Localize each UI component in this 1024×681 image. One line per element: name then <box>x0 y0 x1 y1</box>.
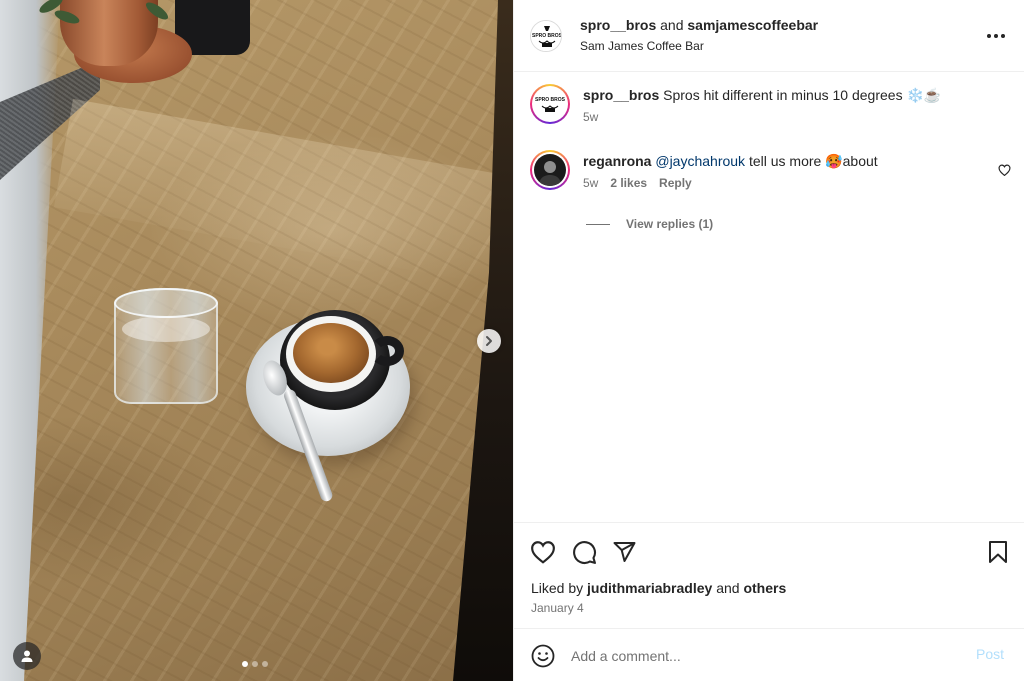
view-replies-button[interactable]: View replies (1) <box>586 217 713 231</box>
water-glass <box>114 288 218 404</box>
person-photo-icon <box>534 154 566 186</box>
liked-others-link[interactable]: others <box>743 580 786 596</box>
cup-handle <box>370 336 404 366</box>
commenter-avatar[interactable] <box>530 150 570 190</box>
user-icon <box>21 650 33 662</box>
plant-pot <box>37 0 192 110</box>
author-username[interactable]: spro__bros <box>580 17 656 33</box>
save-button[interactable] <box>983 537 1013 567</box>
replies-divider <box>586 223 610 225</box>
comment-mention[interactable]: @jaychahrouk <box>655 153 745 169</box>
view-replies-label: View replies (1) <box>626 217 714 231</box>
smiley-icon <box>531 644 555 668</box>
author-avatar[interactable]: SPRO BROS <box>530 20 562 52</box>
heart-icon <box>997 164 1011 176</box>
svg-text:SPRO BROS: SPRO BROS <box>535 97 566 103</box>
liked-by: Liked by judithmariabradley and others <box>531 580 786 596</box>
liked-prefix: Liked by <box>531 580 584 596</box>
comment-body-end: about <box>842 153 878 169</box>
spro-bros-logo-icon: SPRO BROS <box>531 21 562 51</box>
caption-username[interactable]: spro__bros <box>583 87 659 103</box>
comment-likes[interactable]: 2 likes <box>610 176 647 190</box>
authors-joiner: and <box>660 17 684 33</box>
post-actions: Liked by judithmariabradley and others J… <box>514 522 1024 628</box>
reply-button[interactable]: Reply <box>659 176 692 190</box>
caption-body: Spros hit different in minus 10 degrees … <box>663 87 942 103</box>
tagged-users-button[interactable] <box>13 642 41 670</box>
comment-like-button[interactable] <box>995 162 1013 180</box>
liked-and: and <box>716 580 740 596</box>
post-authors: spro__bros and samjamescoffeebar <box>580 17 818 33</box>
chevron-right-icon <box>486 336 492 346</box>
carousel-next-button[interactable] <box>477 329 501 353</box>
post-location[interactable]: Sam James Coffee Bar <box>580 39 704 53</box>
emoji-button[interactable] <box>530 643 556 669</box>
caption-text: spro__bros Spros hit different in minus … <box>583 86 983 104</box>
share-button[interactable] <box>609 537 639 567</box>
bookmark-icon <box>989 541 1007 563</box>
comment-time[interactable]: 5w <box>583 176 598 190</box>
svg-text:SPRO BROS: SPRO BROS <box>532 33 562 39</box>
post-header: SPRO BROS spro__bros and samjamescoffeeb… <box>514 0 1024 72</box>
carousel-dot <box>262 661 268 667</box>
carousel-dot <box>242 661 248 667</box>
comment-text: reganrona @jaychahrouk tell us more 🥵abo… <box>583 152 983 170</box>
collaborator-username[interactable]: samjamescoffeebar <box>687 17 818 33</box>
comment-input[interactable] <box>571 643 951 669</box>
caption-meta: 5w <box>583 110 598 124</box>
comment-body: tell us more <box>745 153 826 169</box>
comment-button[interactable] <box>569 537 599 567</box>
caption-time[interactable]: 5w <box>583 110 598 124</box>
paper-plane-icon <box>613 542 635 562</box>
more-options-button[interactable] <box>981 22 1011 50</box>
like-button[interactable] <box>528 537 558 567</box>
post-date[interactable]: January 4 <box>531 601 584 615</box>
liked-by-username[interactable]: judithmariabradley <box>587 580 712 596</box>
spro-bros-logo-icon: SPRO BROS <box>534 88 566 120</box>
post-photo[interactable] <box>0 0 513 681</box>
commenter-username[interactable]: reganrona <box>583 153 651 169</box>
caption-avatar[interactable]: SPRO BROS <box>530 84 570 124</box>
heart-icon <box>531 541 555 564</box>
post-details-panel: SPRO BROS spro__bros and samjamescoffeeb… <box>513 0 1024 681</box>
post-comment-button[interactable]: Post <box>976 646 1004 662</box>
comment-bubble-icon <box>572 540 596 564</box>
espresso-crema <box>293 323 369 383</box>
carousel-dot <box>252 661 258 667</box>
more-horizontal-icon <box>987 34 1005 38</box>
comment-meta: 5w 2 likes Reply <box>583 176 692 190</box>
table-edge-highlight <box>53 98 513 288</box>
add-comment-bar: Post <box>514 628 1024 681</box>
comment-emoji: 🥵 <box>825 153 843 169</box>
carousel-dots <box>242 661 268 667</box>
